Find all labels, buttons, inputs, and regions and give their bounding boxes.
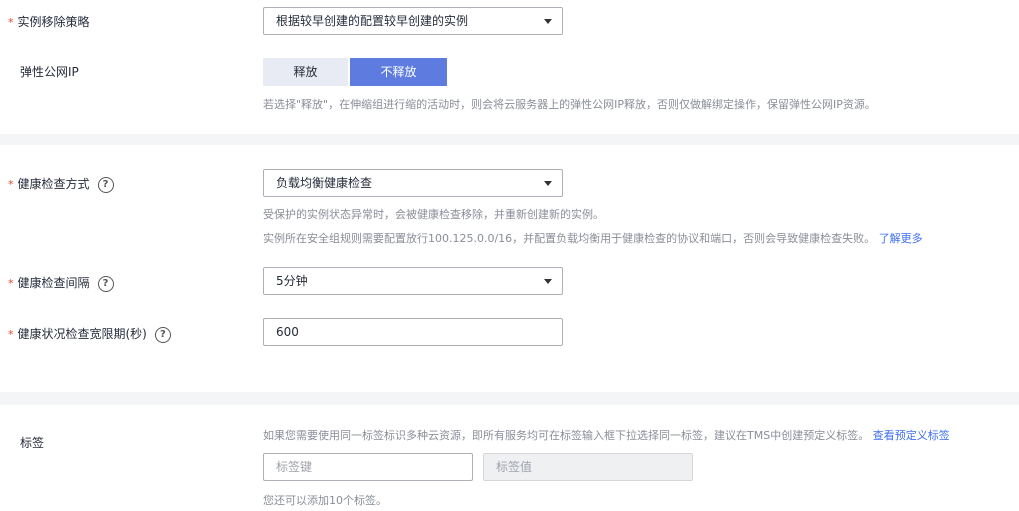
tags-hint: 如果您需要使用同一标签标识多种云资源，即所有服务均可在标签输入框下拉选择同一标签…	[263, 428, 950, 444]
tag-value-input	[483, 453, 693, 481]
section-tags: 标签 如果您需要使用同一标签标识多种云资源，即所有服务均可在标签输入框下拉选择同…	[0, 405, 1019, 511]
elastic-ip-hint: 若选择"释放"，在伸缩组进行缩的活动时，则会将云服务器上的弹性公网IP释放，否则…	[263, 98, 876, 111]
help-icon[interactable]: ?	[154, 326, 171, 343]
tags-label: 标签	[20, 436, 45, 450]
health-check-interval-select[interactable]: 5分钟	[263, 267, 563, 295]
grace-period-input[interactable]	[263, 318, 563, 346]
health-check-interval-label: * 健康检查间隔?	[8, 275, 114, 292]
health-check-interval-label-text: 健康检查间隔	[17, 276, 90, 290]
health-check-hint-1: 受保护的实例状态异常时，会被健康检查移除，并重新创建新的实例。	[263, 208, 604, 221]
learn-more-link[interactable]: 了解更多	[879, 232, 923, 245]
elastic-ip-keep-option[interactable]: 不释放	[350, 58, 447, 86]
health-check-mode-label: * 健康检查方式?	[8, 176, 114, 193]
required-mark: *	[8, 277, 14, 290]
chevron-down-icon	[544, 279, 552, 284]
elastic-ip-label: 弹性公网IP	[20, 65, 79, 79]
grace-period-label-text: 健康状况检查宽限期(秒)	[17, 327, 147, 341]
elastic-ip-release-option[interactable]: 释放	[263, 58, 348, 86]
chevron-down-icon	[544, 19, 552, 24]
health-check-hint-2-text: 实例所在安全组规则需要配置放行100.125.0.0/16，并配置负载均衡用于健…	[263, 232, 876, 245]
health-check-interval-value: 5分钟	[276, 274, 308, 288]
instance-removal-value: 根据较早创建的配置较早创建的实例	[276, 14, 469, 28]
required-mark: *	[8, 16, 14, 29]
chevron-down-icon	[544, 181, 552, 186]
tags-remaining-text: 您还可以添加10个标签。	[263, 494, 387, 507]
help-icon[interactable]: ?	[97, 275, 114, 292]
help-icon[interactable]: ?	[97, 176, 114, 193]
health-check-mode-value: 负载均衡健康检查	[276, 176, 373, 190]
instance-removal-label-text: 实例移除策略	[17, 15, 90, 29]
health-check-hint-2: 实例所在安全组规则需要配置放行100.125.0.0/16，并配置负载均衡用于健…	[263, 231, 923, 247]
instance-removal-select[interactable]: 根据较早创建的配置较早创建的实例	[263, 7, 563, 35]
required-mark: *	[8, 178, 14, 191]
view-predefined-tags-link[interactable]: 查看预定义标签	[873, 429, 950, 442]
section-scaling-policy: * 实例移除策略 根据较早创建的配置较早创建的实例 弹性公网IP 释放 不释放 若…	[0, 0, 1019, 134]
required-mark: *	[8, 328, 14, 341]
tags-hint-text: 如果您需要使用同一标签标识多种云资源，即所有服务均可在标签输入框下拉选择同一标签…	[263, 429, 870, 442]
tag-key-input[interactable]	[263, 453, 473, 481]
health-check-mode-label-text: 健康检查方式	[17, 177, 90, 191]
health-check-mode-select[interactable]: 负载均衡健康检查	[263, 169, 563, 197]
instance-removal-label: * 实例移除策略	[8, 14, 90, 31]
section-health-check: * 健康检查方式? 负载均衡健康检查 受保护的实例状态异常时，会被健康检查移除，并…	[0, 145, 1019, 392]
grace-period-label: * 健康状况检查宽限期(秒)?	[8, 326, 171, 343]
